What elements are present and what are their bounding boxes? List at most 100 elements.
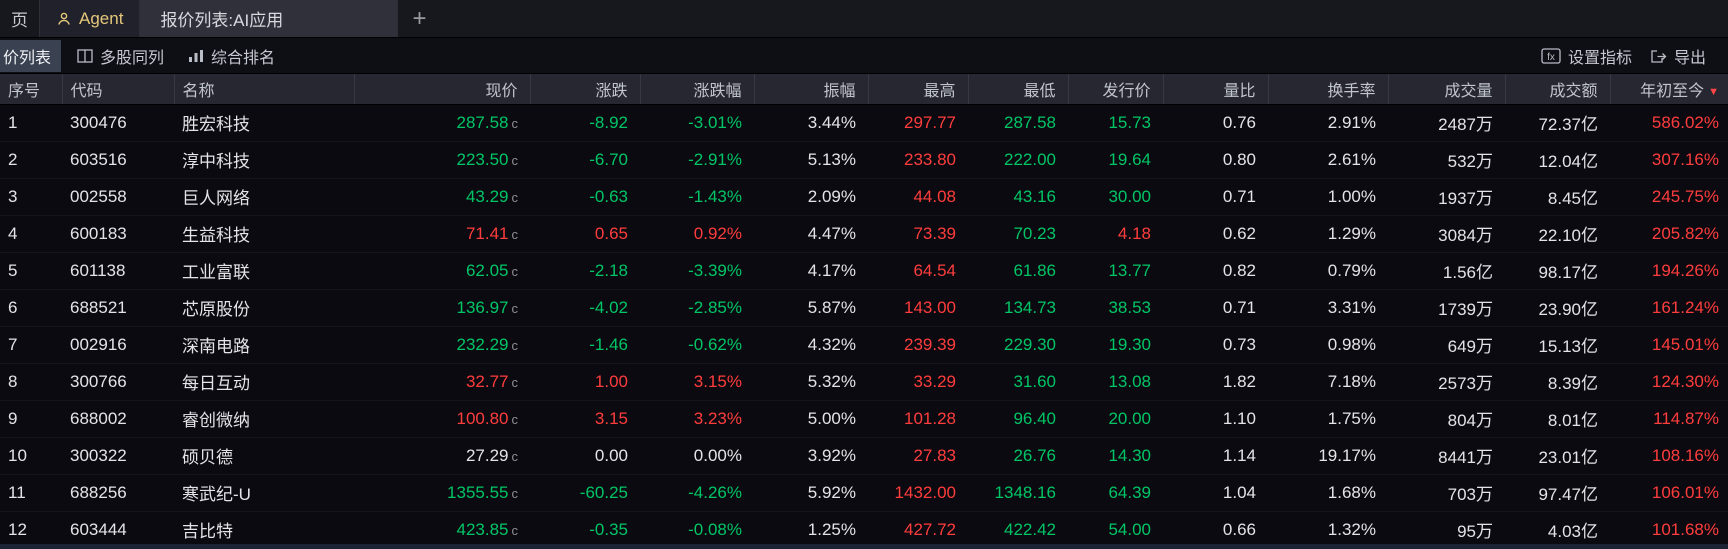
- quote-list-view-button[interactable]: 价列表: [0, 40, 61, 72]
- table-row[interactable]: 5601138工业富联62.05c-2.18-3.39%4.17%64.5461…: [0, 252, 1728, 289]
- table-row[interactable]: 9688002睿创微纳100.80c3.153.23%5.00%101.2896…: [0, 400, 1728, 437]
- cell-code: 002916: [62, 326, 174, 363]
- tab-quote-list[interactable]: 报价列表:AI应用: [140, 0, 398, 37]
- cell-high: 44.08: [868, 178, 968, 215]
- table-row[interactable]: 3002558巨人网络43.29c-0.63-1.43%2.09%44.0843…: [0, 178, 1728, 215]
- cell-code: 600183: [62, 215, 174, 252]
- cell-vol_ratio: 1.14: [1163, 437, 1268, 474]
- cell-turnover: 19.17%: [1268, 437, 1388, 474]
- column-header-low[interactable]: 最低: [968, 74, 1068, 104]
- cell-amplitude: 4.32%: [754, 326, 868, 363]
- cell-high: 64.54: [868, 252, 968, 289]
- cell-low: 96.40: [968, 400, 1068, 437]
- cell-seq: 8: [0, 363, 62, 400]
- column-header-price[interactable]: 现价: [354, 74, 530, 104]
- cell-vol_ratio: 0.80: [1163, 141, 1268, 178]
- quote-list-view-label: 价列表: [3, 50, 51, 67]
- cell-volume: 95万: [1388, 511, 1505, 548]
- cell-name: 芯原股份: [174, 289, 354, 326]
- column-header-seq[interactable]: 序号: [0, 74, 62, 104]
- cell-issue: 14.30: [1068, 437, 1163, 474]
- column-header-ytd[interactable]: 年初至今▼: [1610, 74, 1728, 104]
- cell-change: 3.15: [530, 400, 640, 437]
- column-header-change_pct[interactable]: 涨跌幅: [640, 74, 754, 104]
- cell-code: 688002: [62, 400, 174, 437]
- column-header-vol_ratio[interactable]: 量比: [1163, 74, 1268, 104]
- price-flag: c: [512, 412, 519, 427]
- cell-change_pct: -4.26%: [640, 474, 754, 511]
- table-row[interactable]: 12603444吉比特423.85c-0.35-0.08%1.25%427.72…: [0, 511, 1728, 548]
- cell-change: -0.35: [530, 511, 640, 548]
- cell-vol_ratio: 0.73: [1163, 326, 1268, 363]
- cell-price: 1355.55c: [354, 474, 530, 511]
- cell-turnover: 7.18%: [1268, 363, 1388, 400]
- set-indicator-button[interactable]: fx 设置指标: [1541, 44, 1632, 68]
- cell-change_pct: -3.01%: [640, 104, 754, 141]
- cell-price: 62.05c: [354, 252, 530, 289]
- cell-turnover: 1.75%: [1268, 400, 1388, 437]
- cell-volume: 703万: [1388, 474, 1505, 511]
- price-flag: c: [512, 116, 519, 131]
- ranking-view-button[interactable]: 综合排名: [188, 44, 275, 68]
- cell-amplitude: 2.09%: [754, 178, 868, 215]
- table-row[interactable]: 7002916深南电路232.29c-1.46-0.62%4.32%239.39…: [0, 326, 1728, 363]
- table-row[interactable]: 10300322硕贝德27.29c0.000.00%3.92%27.8326.7…: [0, 437, 1728, 474]
- column-header-high[interactable]: 最高: [868, 74, 968, 104]
- cell-ytd: 245.75%: [1610, 178, 1728, 215]
- cell-amplitude: 5.87%: [754, 289, 868, 326]
- table-row[interactable]: 11688256寒武纪-U1355.55c-60.25-4.26%5.92%14…: [0, 474, 1728, 511]
- fx-indicator-icon: fx: [1541, 48, 1561, 64]
- new-tab-button[interactable]: +: [398, 0, 440, 37]
- cell-code: 300476: [62, 104, 174, 141]
- export-icon: [1650, 48, 1667, 64]
- price-flag: c: [512, 301, 519, 316]
- price-flag: c: [512, 264, 519, 279]
- column-header-name[interactable]: 名称: [174, 74, 354, 104]
- cell-code: 603444: [62, 511, 174, 548]
- cell-low: 31.60: [968, 363, 1068, 400]
- table-row[interactable]: 2603516淳中科技223.50c-6.70-2.91%5.13%233.80…: [0, 141, 1728, 178]
- cell-amount: 12.04亿: [1505, 141, 1610, 178]
- column-header-turnover[interactable]: 换手率: [1268, 74, 1388, 104]
- table-row[interactable]: 1300476胜宏科技287.58c-8.92-3.01%3.44%297.77…: [0, 104, 1728, 141]
- cell-name: 每日互动: [174, 363, 354, 400]
- column-header-amount[interactable]: 成交额: [1505, 74, 1610, 104]
- column-header-volume[interactable]: 成交量: [1388, 74, 1505, 104]
- multi-stock-view-button[interactable]: 多股同列: [77, 44, 164, 68]
- export-button[interactable]: 导出: [1650, 44, 1706, 68]
- cell-low: 70.23: [968, 215, 1068, 252]
- column-header-code[interactable]: 代码: [62, 74, 174, 104]
- table-row[interactable]: 8300766每日互动32.77c1.003.15%5.32%33.2931.6…: [0, 363, 1728, 400]
- export-label: 导出: [1674, 44, 1706, 68]
- cell-issue: 20.00: [1068, 400, 1163, 437]
- cell-seq: 4: [0, 215, 62, 252]
- cell-price: 27.29c: [354, 437, 530, 474]
- cell-turnover: 1.32%: [1268, 511, 1388, 548]
- tab-agent[interactable]: Agent: [40, 0, 140, 37]
- cell-amount: 72.37亿: [1505, 104, 1610, 141]
- column-header-change[interactable]: 涨跌: [530, 74, 640, 104]
- horizontal-scrollbar[interactable]: [0, 544, 1728, 549]
- cell-high: 33.29: [868, 363, 968, 400]
- cell-amount: 97.47亿: [1505, 474, 1610, 511]
- cell-seq: 1: [0, 104, 62, 141]
- column-header-issue[interactable]: 发行价: [1068, 74, 1163, 104]
- cell-issue: 19.64: [1068, 141, 1163, 178]
- cell-ytd: 101.68%: [1610, 511, 1728, 548]
- cell-name: 巨人网络: [174, 178, 354, 215]
- cell-code: 688256: [62, 474, 174, 511]
- cell-price: 287.58c: [354, 104, 530, 141]
- column-header-amplitude[interactable]: 振幅: [754, 74, 868, 104]
- cell-turnover: 2.61%: [1268, 141, 1388, 178]
- table-row[interactable]: 6688521芯原股份136.97c-4.02-2.85%5.87%143.00…: [0, 289, 1728, 326]
- cell-turnover: 1.68%: [1268, 474, 1388, 511]
- cell-amount: 8.39亿: [1505, 363, 1610, 400]
- tab-home[interactable]: 页: [0, 0, 40, 37]
- cell-change: 0.65: [530, 215, 640, 252]
- table-row[interactable]: 4600183生益科技71.41c0.650.92%4.47%73.3970.2…: [0, 215, 1728, 252]
- cell-low: 1348.16: [968, 474, 1068, 511]
- cell-price: 71.41c: [354, 215, 530, 252]
- cell-issue: 19.30: [1068, 326, 1163, 363]
- cell-change: -8.92: [530, 104, 640, 141]
- cell-change_pct: 0.92%: [640, 215, 754, 252]
